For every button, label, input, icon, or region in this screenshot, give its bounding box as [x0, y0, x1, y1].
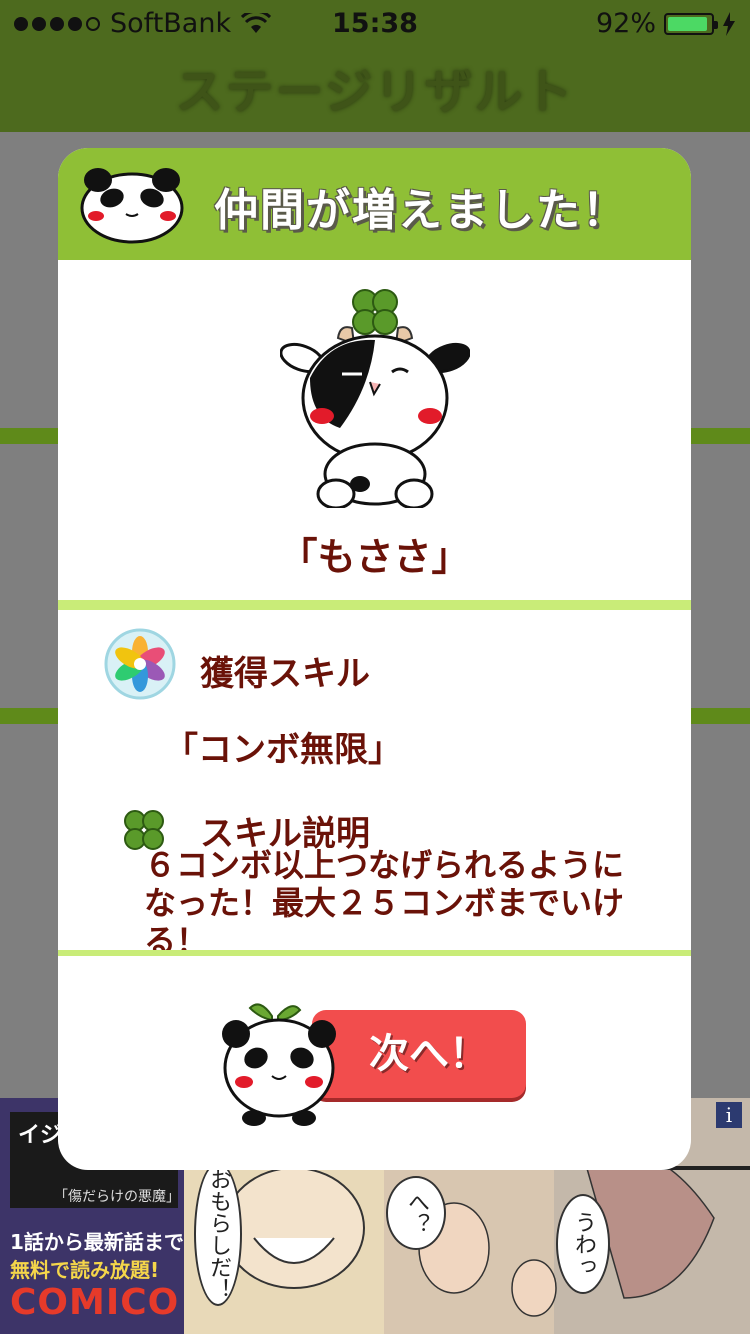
battery-percent: 92%	[595, 8, 656, 39]
ad-tagline-highlight: 無料で読み放題!	[10, 1258, 160, 1282]
ad-brand-logo: COMICO	[10, 1282, 180, 1323]
skill-heading: 獲得スキル	[200, 654, 370, 694]
new-member-dialog: 仲間が増えました！ 「もささ」 獲得スキル 「コンボ無限」 スキル説明 ６コンボ…	[58, 148, 691, 1170]
skill-description: ６コンボ以上つなげられるようになった！最大２５コンボまでいける！	[144, 846, 625, 960]
character-image	[280, 289, 470, 508]
speech-bubble: うわっ	[556, 1194, 610, 1294]
section-divider	[58, 600, 691, 610]
dialog-header: 仲間が増えました！	[58, 148, 691, 260]
battery-icon	[664, 12, 718, 35]
charging-icon	[723, 11, 735, 36]
panda-icon	[80, 168, 184, 244]
character-name: 「もささ」	[279, 535, 470, 579]
ad-subtitle: 「傷だらけの悪魔」	[54, 1189, 180, 1205]
speech-bubble: へ？	[386, 1176, 446, 1250]
nav-bar: SoftBank 15:38 92% ステージリザルト	[0, 0, 750, 132]
ad-tagline: 1話から最新話まで	[10, 1230, 184, 1254]
panda-mascot-icon	[222, 1003, 336, 1126]
skill-name: 「コンボ無限」	[164, 730, 402, 770]
skill-flower-icon	[104, 628, 176, 700]
next-button[interactable]: 次へ！	[312, 1010, 526, 1098]
status-bar: SoftBank 15:38 92%	[0, 0, 750, 50]
speech-bubble: おもらしだ！	[194, 1162, 242, 1306]
page-title: ステージリザルト	[175, 64, 575, 120]
ad-info-icon[interactable]: i	[716, 1102, 742, 1128]
dialog-title: 仲間が増えました！	[214, 185, 628, 236]
section-divider	[58, 950, 691, 956]
